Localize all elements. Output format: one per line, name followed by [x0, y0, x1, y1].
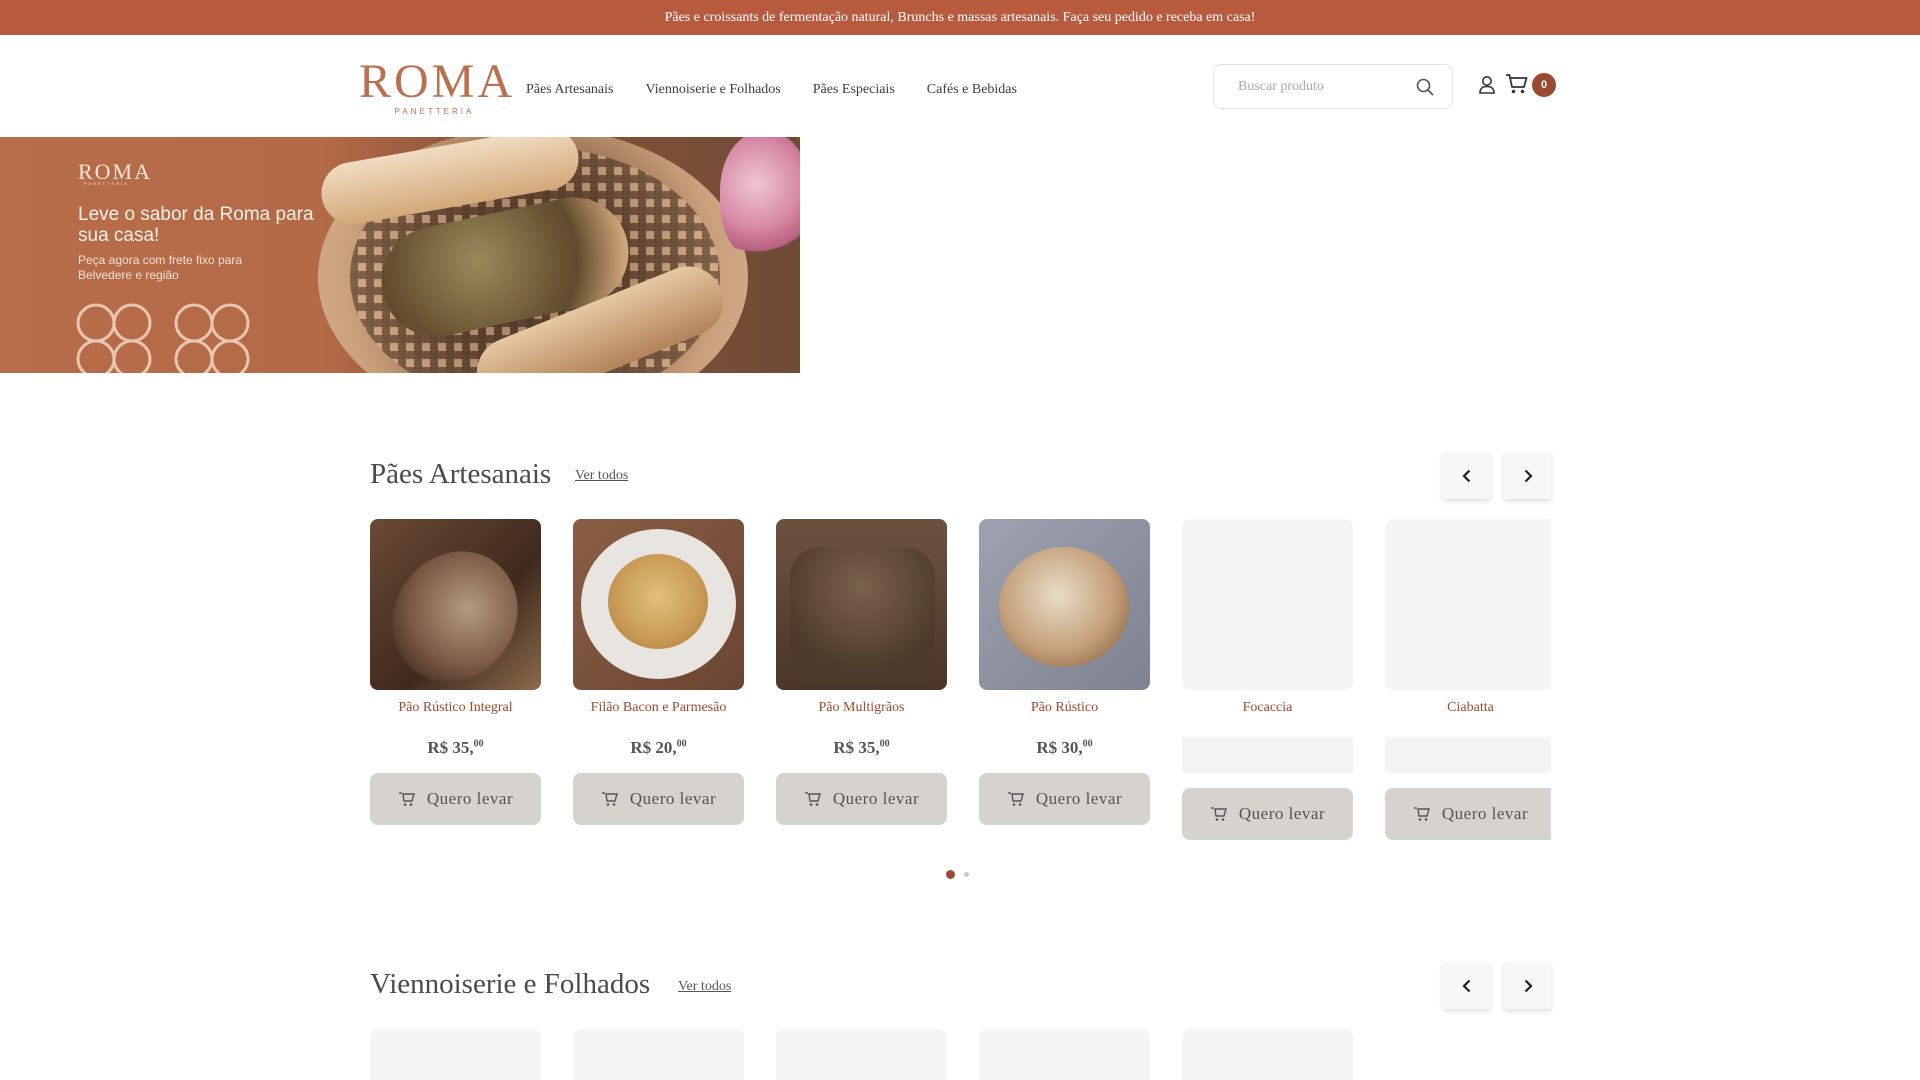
- section-title-viennoiserie: Viennoiserie e Folhados: [370, 968, 651, 1000]
- section-title-paes-artesanais: Pães Artesanais: [370, 458, 552, 490]
- product-name[interactable]: Filão Bacon e Parmesão: [573, 700, 744, 716]
- product-image-placeholder[interactable]: [370, 1029, 541, 1080]
- site-header: ROMA PANETTERIA Pães Artesanais Viennois…: [0, 35, 1920, 137]
- product-card-clip: Ciabatta Quero levar: [1385, 519, 1551, 849]
- product-image[interactable]: [370, 519, 541, 690]
- product-price-placeholder: [1182, 737, 1353, 773]
- product-name[interactable]: Ciabatta: [1385, 700, 1551, 716]
- cart-add-icon: [1210, 806, 1228, 822]
- product-card[interactable]: Filão Bacon e Parmesão R$ 20,00 Quero le…: [573, 519, 744, 825]
- nav-item-viennoiserie[interactable]: Viennoiserie e Folhados: [645, 82, 780, 98]
- cart-add-icon: [804, 791, 822, 807]
- add-to-cart-button[interactable]: Quero levar: [370, 773, 541, 825]
- product-image-placeholder[interactable]: [776, 1029, 947, 1080]
- hero-banner[interactable]: ROMA PANETTERIA Leve o sabor da Roma par…: [0, 137, 800, 373]
- chevron-right-icon: [1524, 469, 1533, 483]
- add-to-cart-button[interactable]: Quero levar: [776, 773, 947, 825]
- cart-add-icon: [1007, 791, 1025, 807]
- product-image-placeholder[interactable]: [1182, 519, 1353, 690]
- cart-add-icon: [398, 791, 416, 807]
- product-card[interactable]: Focaccia Quero levar: [1182, 519, 1353, 840]
- chevron-left-icon: [1461, 979, 1470, 993]
- product-image-placeholder[interactable]: [979, 1029, 1150, 1080]
- banner-headline: Leve o sabor da Roma para sua casa!: [78, 204, 314, 246]
- product-image-placeholder[interactable]: [1385, 519, 1551, 690]
- banner-flowers: [720, 137, 800, 262]
- user-account-icon[interactable]: [1478, 75, 1496, 100]
- announcement-bar: Pães e croissants de fermentação natural…: [0, 0, 1920, 35]
- cart-add-icon: [601, 791, 619, 807]
- nav-item-paes-especiais[interactable]: Pães Especiais: [813, 82, 895, 98]
- carousel-next-button[interactable]: [1504, 963, 1551, 1009]
- ver-todos-link-viennoiserie[interactable]: Ver todos: [678, 979, 731, 995]
- product-image[interactable]: [776, 519, 947, 690]
- product-name[interactable]: Pão Multigrãos: [776, 700, 947, 716]
- announcement-text: Pães e croissants de fermentação natural…: [664, 9, 1256, 25]
- nav-item-paes-artesanais[interactable]: Pães Artesanais: [526, 82, 613, 98]
- banner-pattern: [76, 303, 250, 373]
- product-price-placeholder: [1385, 737, 1551, 773]
- add-to-cart-button[interactable]: Quero levar: [573, 773, 744, 825]
- nav-item-cafes-bebidas[interactable]: Cafés e Bebidas: [927, 82, 1017, 98]
- product-price: R$ 20,00: [630, 738, 687, 757]
- chevron-right-icon: [1524, 979, 1533, 993]
- carousel-prev-button[interactable]: [1443, 453, 1490, 499]
- product-name[interactable]: Pão Rústico: [979, 700, 1150, 716]
- product-image-placeholder[interactable]: [1182, 1029, 1353, 1080]
- add-to-cart-button[interactable]: Quero levar: [979, 773, 1150, 825]
- product-price: R$ 35,00: [833, 738, 890, 757]
- product-image[interactable]: [979, 519, 1150, 690]
- product-price: R$ 35,00: [427, 738, 484, 757]
- product-price: R$ 30,00: [1036, 738, 1093, 757]
- brand-logo-name: ROMA: [359, 55, 516, 108]
- cart-count-badge[interactable]: 0: [1532, 73, 1556, 97]
- search-box: [1213, 64, 1453, 109]
- cart-add-icon: [1413, 806, 1431, 822]
- add-to-cart-button[interactable]: Quero levar: [1182, 788, 1353, 840]
- product-card[interactable]: Pão Rústico R$ 30,00 Quero levar: [979, 519, 1150, 825]
- chevron-left-icon: [1461, 469, 1470, 483]
- brand-logo-sub: PANETTERIA: [394, 107, 475, 116]
- cart-icon[interactable]: [1505, 73, 1529, 100]
- search-input[interactable]: [1238, 78, 1408, 95]
- product-card[interactable]: Pão Rústico Integral R$ 35,00 Quero leva…: [370, 519, 541, 825]
- product-name[interactable]: Pão Rústico Integral: [370, 700, 541, 716]
- brand-logo[interactable]: ROMA PANETTERIA: [359, 55, 516, 117]
- banner-logo-sub: PANETTERIA: [84, 181, 129, 186]
- add-to-cart-button[interactable]: Quero levar: [1385, 788, 1551, 840]
- product-card[interactable]: Ciabatta Quero levar: [1385, 519, 1551, 840]
- banner-subtext: Peça agora com frete fixo para Belvedere…: [78, 253, 243, 282]
- product-image[interactable]: [573, 519, 744, 690]
- ver-todos-link-paes[interactable]: Ver todos: [575, 468, 628, 484]
- search-icon[interactable]: [1416, 78, 1434, 96]
- product-card[interactable]: Pão Multigrãos R$ 35,00 Quero levar: [776, 519, 947, 825]
- carousel-prev-button[interactable]: [1443, 963, 1490, 1009]
- carousel-dot[interactable]: [964, 872, 969, 877]
- carousel-dot-active[interactable]: [946, 870, 955, 879]
- product-image-placeholder[interactable]: [573, 1029, 744, 1080]
- carousel-next-button[interactable]: [1504, 453, 1551, 499]
- product-name[interactable]: Focaccia: [1182, 700, 1353, 716]
- main-nav: Pães Artesanais Viennoiserie e Folhados …: [526, 82, 1049, 98]
